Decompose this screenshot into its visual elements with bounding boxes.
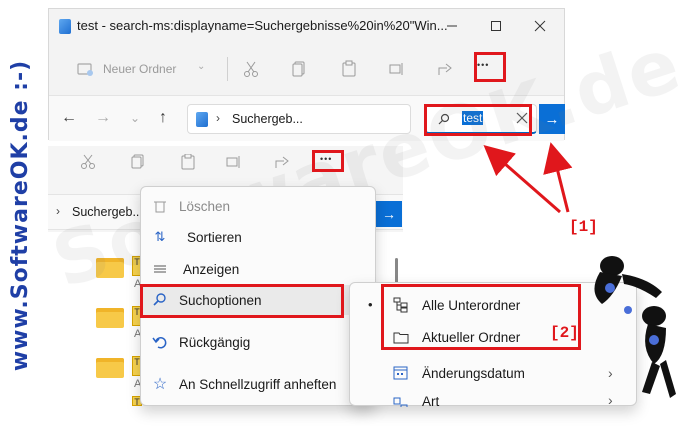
annotation-label-1: [1] [569,218,598,236]
annotation-arrows [483,142,573,214]
mascot-figures [594,256,676,398]
annotation-label-2: [2] [550,324,579,342]
